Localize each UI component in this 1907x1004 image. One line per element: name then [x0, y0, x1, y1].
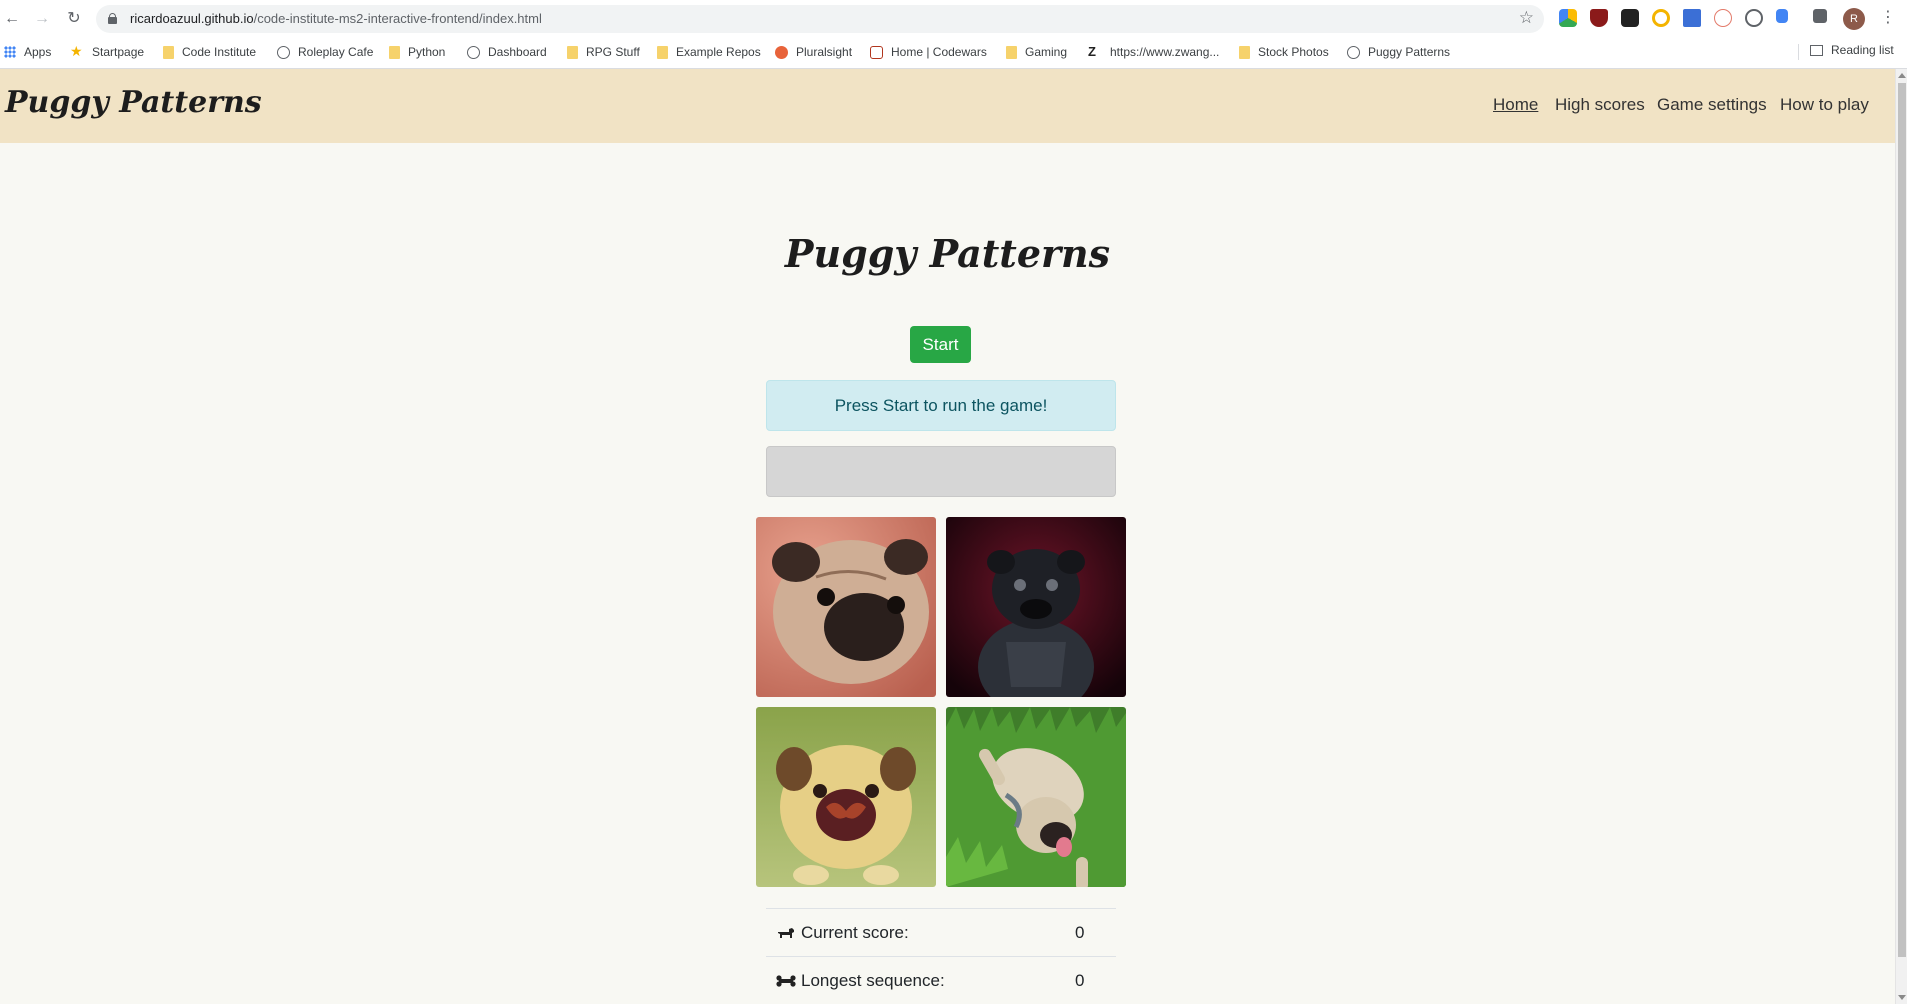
browser-menu-icon[interactable]: ⋮: [1880, 7, 1896, 27]
reading-list-button[interactable]: Reading list: [1810, 43, 1894, 57]
globe-icon: [277, 45, 290, 59]
current-score-value: 0: [1075, 923, 1085, 942]
codewars-icon: [870, 45, 883, 59]
current-score-row: Current score: 0: [766, 908, 1116, 956]
bookmark-puggy-patterns[interactable]: Puggy Patterns: [1347, 43, 1450, 61]
bookmark-startpage[interactable]: ★ Startpage: [70, 43, 144, 61]
profile-avatar[interactable]: R: [1843, 8, 1865, 30]
bookmark-gaming[interactable]: Gaming: [1006, 43, 1067, 61]
scrollbar-thumb[interactable]: [1898, 83, 1906, 957]
star-icon: ★: [70, 43, 83, 59]
url-text[interactable]: ricardoazuul.github.io/code-institute-ms…: [130, 11, 542, 26]
folder-icon: [657, 45, 668, 59]
pug-tile-1[interactable]: [756, 517, 936, 697]
ublock-extension-icon[interactable]: [1590, 9, 1608, 27]
sequence-display: [766, 446, 1116, 497]
nav-how-to-play[interactable]: How to play: [1780, 95, 1869, 115]
folder-icon: [163, 45, 174, 59]
pug-tile-3[interactable]: [756, 707, 936, 887]
start-button[interactable]: Start: [910, 326, 971, 363]
pluralsight-icon: [775, 45, 788, 59]
globe-icon: [1347, 45, 1360, 59]
bookmark-example-repos[interactable]: Example Repos: [657, 43, 761, 61]
puzzle-extensions-icon[interactable]: [1813, 9, 1827, 23]
forward-icon[interactable]: →: [30, 7, 54, 31]
dog-icon: [778, 928, 794, 938]
bookmark-codewars[interactable]: Home | Codewars: [870, 43, 987, 61]
folder-icon: [1006, 45, 1017, 59]
longest-sequence-label: Longest sequence:: [801, 971, 945, 990]
extension-icon[interactable]: [1776, 9, 1788, 23]
nav-high-scores[interactable]: High scores: [1555, 95, 1645, 115]
drive-extension-icon[interactable]: [1559, 9, 1577, 27]
address-bar[interactable]: ricardoazuul.github.io/code-institute-ms…: [96, 5, 1544, 33]
lock-icon: [108, 13, 117, 24]
current-score-label: Current score:: [801, 923, 909, 942]
nav-home[interactable]: Home: [1493, 95, 1538, 115]
folder-icon: [1239, 45, 1250, 59]
longest-sequence-value: 0: [1075, 971, 1085, 990]
globe-icon: [467, 45, 480, 59]
pug-tile-4[interactable]: [946, 707, 1126, 887]
bookmark-star-icon[interactable]: ☆: [1519, 8, 1534, 28]
scroll-up-arrow-icon[interactable]: [1898, 73, 1906, 78]
apps-icon: [4, 46, 16, 58]
bookmark-dashboard[interactable]: Dashboard: [467, 43, 547, 61]
folder-icon: [389, 45, 400, 59]
score-table: Current score: 0 Longest sequence: 0: [766, 908, 1116, 1004]
nav-game-settings[interactable]: Game settings: [1657, 95, 1767, 115]
bookmark-roleplay-cafe[interactable]: Roleplay Cafe: [277, 43, 373, 61]
page-title: Puggy Patterns: [784, 231, 1111, 276]
bookmark-zwang[interactable]: Zhttps://www.zwang...: [1088, 43, 1219, 61]
bookmark-code-institute[interactable]: Code Institute: [163, 43, 256, 61]
site-brand[interactable]: Puggy Patterns: [5, 85, 262, 120]
bookmark-apps[interactable]: Apps: [4, 43, 51, 61]
grass-pug-photo: [946, 707, 1126, 887]
site-navbar: Puggy Patterns Home High scores Game set…: [0, 69, 1895, 143]
bookmark-stock-photos[interactable]: Stock Photos: [1239, 43, 1329, 61]
page-scrollbar[interactable]: [1895, 69, 1907, 1004]
bookmark-pluralsight[interactable]: Pluralsight: [775, 43, 852, 61]
bookmarks-bar: Apps ★ Startpage Code Institute Roleplay …: [0, 39, 1907, 63]
extension-icon[interactable]: [1621, 9, 1639, 27]
scroll-down-arrow-icon[interactable]: [1898, 995, 1906, 1000]
longest-sequence-row: Longest sequence: 0: [766, 956, 1116, 1004]
fawn-pug-photo: [756, 517, 936, 697]
reading-list-icon: [1810, 44, 1823, 56]
wordpress-extension-icon[interactable]: [1745, 9, 1763, 27]
extension-icon[interactable]: [1683, 9, 1701, 27]
page-content: Puggy Patterns Home High scores Game set…: [0, 69, 1895, 1004]
bookmark-python[interactable]: Python: [389, 43, 445, 61]
folder-icon: [567, 45, 578, 59]
z-icon: Z: [1088, 44, 1096, 59]
bone-icon: [776, 975, 796, 987]
pug-tile-2[interactable]: [946, 517, 1126, 697]
reload-icon[interactable]: ↻: [62, 7, 86, 31]
extension-icon[interactable]: [1714, 9, 1732, 27]
butterfly-pug-photo: [756, 707, 936, 887]
game-message: Press Start to run the game!: [766, 380, 1116, 431]
bookmark-rpg-stuff[interactable]: RPG Stuff: [567, 43, 640, 61]
extension-icon[interactable]: [1652, 9, 1670, 27]
black-pug-photo: [946, 517, 1126, 697]
browser-toolbar: ← → ↻ ricardoazuul.github.io/code-instit…: [0, 0, 1907, 38]
bookmarks-divider: [1798, 44, 1799, 60]
back-icon[interactable]: ←: [0, 7, 24, 31]
browser-chrome: ← → ↻ ricardoazuul.github.io/code-instit…: [0, 0, 1907, 69]
